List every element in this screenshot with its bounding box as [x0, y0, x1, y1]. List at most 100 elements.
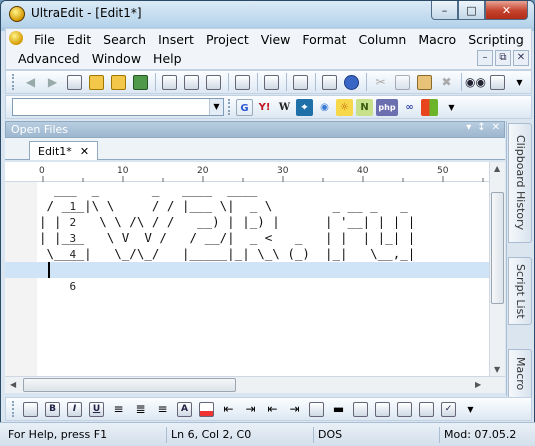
msdn-icon[interactable]: ⌖ — [296, 98, 313, 116]
paragraph-button[interactable]: ⇤ — [262, 399, 283, 419]
toolbar-grip[interactable] — [228, 99, 232, 115]
lightbulb-icon[interactable]: ◉ — [316, 99, 333, 116]
yahoo-icon[interactable]: Y! — [256, 99, 273, 116]
menu-macro[interactable]: Macro — [412, 31, 462, 48]
html-button[interactable] — [20, 399, 41, 419]
toolbar2-overflow-button[interactable]: ▼ — [441, 97, 462, 117]
maximize-button[interactable]: □ — [458, 1, 485, 20]
title-bar[interactable]: UltraEdit - [Edit1*] – □ ✕ — [1, 1, 534, 27]
menu-format[interactable]: Format — [296, 31, 352, 48]
browser-view-button[interactable] — [341, 72, 362, 92]
menu-window[interactable]: Window — [86, 50, 147, 67]
back-button[interactable]: ◀ — [20, 72, 41, 92]
color-button[interactable] — [196, 399, 217, 419]
scroll-up-icon[interactable]: ▲ — [494, 164, 500, 173]
wikipedia-icon[interactable]: W — [276, 99, 293, 116]
mdi-close-button[interactable]: ✕ — [513, 50, 529, 66]
numbered-list-button[interactable]: ≡ — [152, 399, 173, 419]
print-preview-button[interactable] — [181, 72, 202, 92]
menu-search[interactable]: Search — [97, 31, 152, 48]
font-button[interactable]: A — [174, 399, 195, 419]
minimize-button[interactable]: – — [431, 1, 458, 20]
delete-button[interactable]: ✖ — [436, 72, 457, 92]
outdent-button[interactable]: ⇥ — [240, 399, 261, 419]
replace-button[interactable] — [487, 72, 508, 92]
mdi-restore-button[interactable]: ⧉ — [495, 50, 511, 66]
menu-edit[interactable]: Edit — [61, 31, 97, 48]
find-button[interactable]: ◉◉ — [465, 72, 486, 92]
select-button[interactable] — [416, 399, 437, 419]
properties-button[interactable] — [232, 72, 253, 92]
horizontal-scroll-thumb[interactable] — [23, 378, 236, 392]
toolbar-overflow-button[interactable]: ▼ — [509, 72, 530, 92]
pin-icon[interactable]: ↕ — [477, 122, 485, 133]
pane-menu-icon[interactable]: ▾ — [466, 122, 471, 133]
tab-close-icon[interactable]: ✕ — [80, 145, 89, 158]
n-icon[interactable]: N — [356, 98, 373, 116]
text-editor[interactable]: 1 ___ _ _ ____ ____ 2 / ___|\ \ / / |___… — [5, 182, 489, 376]
list-button[interactable]: ≣ — [130, 399, 151, 419]
tab-edit1[interactable]: Edit1* ✕ — [29, 141, 99, 160]
open-files-pane-header[interactable]: Open Files ▾ ↕ ✕ — [5, 121, 505, 138]
search-combo-box[interactable]: ▼ — [12, 98, 224, 116]
tab-macro[interactable]: Macro — [508, 349, 532, 399]
toolbar3-overflow-button[interactable]: ▼ — [460, 399, 481, 419]
align-button[interactable]: ≡ — [108, 399, 129, 419]
editor-line[interactable]: 3 | | \ \ /\ / / __) | |_) | | '__| | | … — [5, 214, 489, 245]
open-button[interactable] — [86, 72, 107, 92]
chevron-down-icon[interactable]: ▼ — [209, 99, 223, 115]
horizontal-scrollbar[interactable]: ◀ ▶ — [5, 376, 505, 393]
pane-close-icon[interactable]: ✕ — [492, 122, 500, 133]
save-button[interactable] — [130, 72, 151, 92]
toolbar-grip[interactable] — [12, 401, 16, 417]
toolbar-grip[interactable] — [12, 74, 16, 90]
hr-button[interactable]: ▬ — [328, 399, 349, 419]
new-file-button[interactable] — [64, 72, 85, 92]
password-button[interactable] — [394, 399, 415, 419]
menu-advanced[interactable]: Advanced — [12, 50, 86, 67]
close-file-button[interactable] — [108, 72, 129, 92]
menu-scripting[interactable]: Scripting — [462, 31, 530, 48]
document-system-icon[interactable] — [9, 31, 23, 45]
scroll-left-icon[interactable]: ◀ — [10, 380, 16, 389]
google-icon[interactable]: G — [236, 98, 253, 116]
print-button[interactable] — [159, 72, 180, 92]
column-mode-button[interactable] — [319, 72, 340, 92]
scroll-down-icon[interactable]: ▼ — [494, 365, 500, 374]
paste-button[interactable] — [414, 72, 435, 92]
image-button[interactable] — [306, 399, 327, 419]
tab-clipboard-history[interactable]: Clipboard History — [508, 123, 532, 243]
vertical-scrollbar[interactable]: ▲ ▼ — [489, 162, 505, 376]
editor-line[interactable]: 1 ___ _ _ ____ ____ — [5, 182, 489, 213]
php-icon[interactable]: php — [376, 98, 398, 116]
mdi-minimize-button[interactable]: – — [477, 50, 493, 66]
menu-view[interactable]: View — [255, 31, 297, 48]
table-button[interactable] — [372, 399, 393, 419]
editor-line[interactable]: 4 | |___ \ V V / / __/| _ < _ | | | |_| … — [5, 230, 489, 261]
menu-help[interactable]: Help — [147, 50, 188, 67]
spell-check-button[interactable] — [203, 72, 224, 92]
close-button[interactable]: ✕ — [485, 1, 528, 20]
underline-button[interactable]: U — [86, 399, 107, 419]
break-button[interactable]: ⇥ — [284, 399, 305, 419]
copy-button[interactable] — [392, 72, 413, 92]
hex-mode-button[interactable] — [290, 72, 311, 92]
italic-button[interactable]: I — [64, 399, 85, 419]
editor-current-line[interactable]: 6 — [5, 262, 489, 293]
menu-project[interactable]: Project — [200, 31, 255, 48]
bold-button[interactable]: B — [42, 399, 63, 419]
menu-column[interactable]: Column — [352, 31, 412, 48]
editor-line[interactable]: 2 / ___|\ \ / / |___ \| _ \ _ __ _ _ — [5, 198, 489, 229]
link-chain-icon[interactable]: ∞ — [401, 99, 418, 116]
checkbox-button[interactable]: ✓ — [438, 399, 459, 419]
word-wrap-button[interactable] — [261, 72, 282, 92]
ultraedit-app-icon[interactable] — [9, 6, 25, 22]
windows-flag-icon[interactable] — [421, 98, 438, 116]
sun-icon[interactable]: ☼ — [336, 98, 353, 116]
menu-file[interactable]: File — [28, 31, 61, 48]
forward-button[interactable]: ▶ — [42, 72, 63, 92]
vertical-scroll-thumb[interactable] — [491, 192, 504, 304]
text-field-button[interactable] — [350, 399, 371, 419]
tab-script-list[interactable]: Script List — [508, 257, 532, 325]
menu-insert[interactable]: Insert — [152, 31, 200, 48]
